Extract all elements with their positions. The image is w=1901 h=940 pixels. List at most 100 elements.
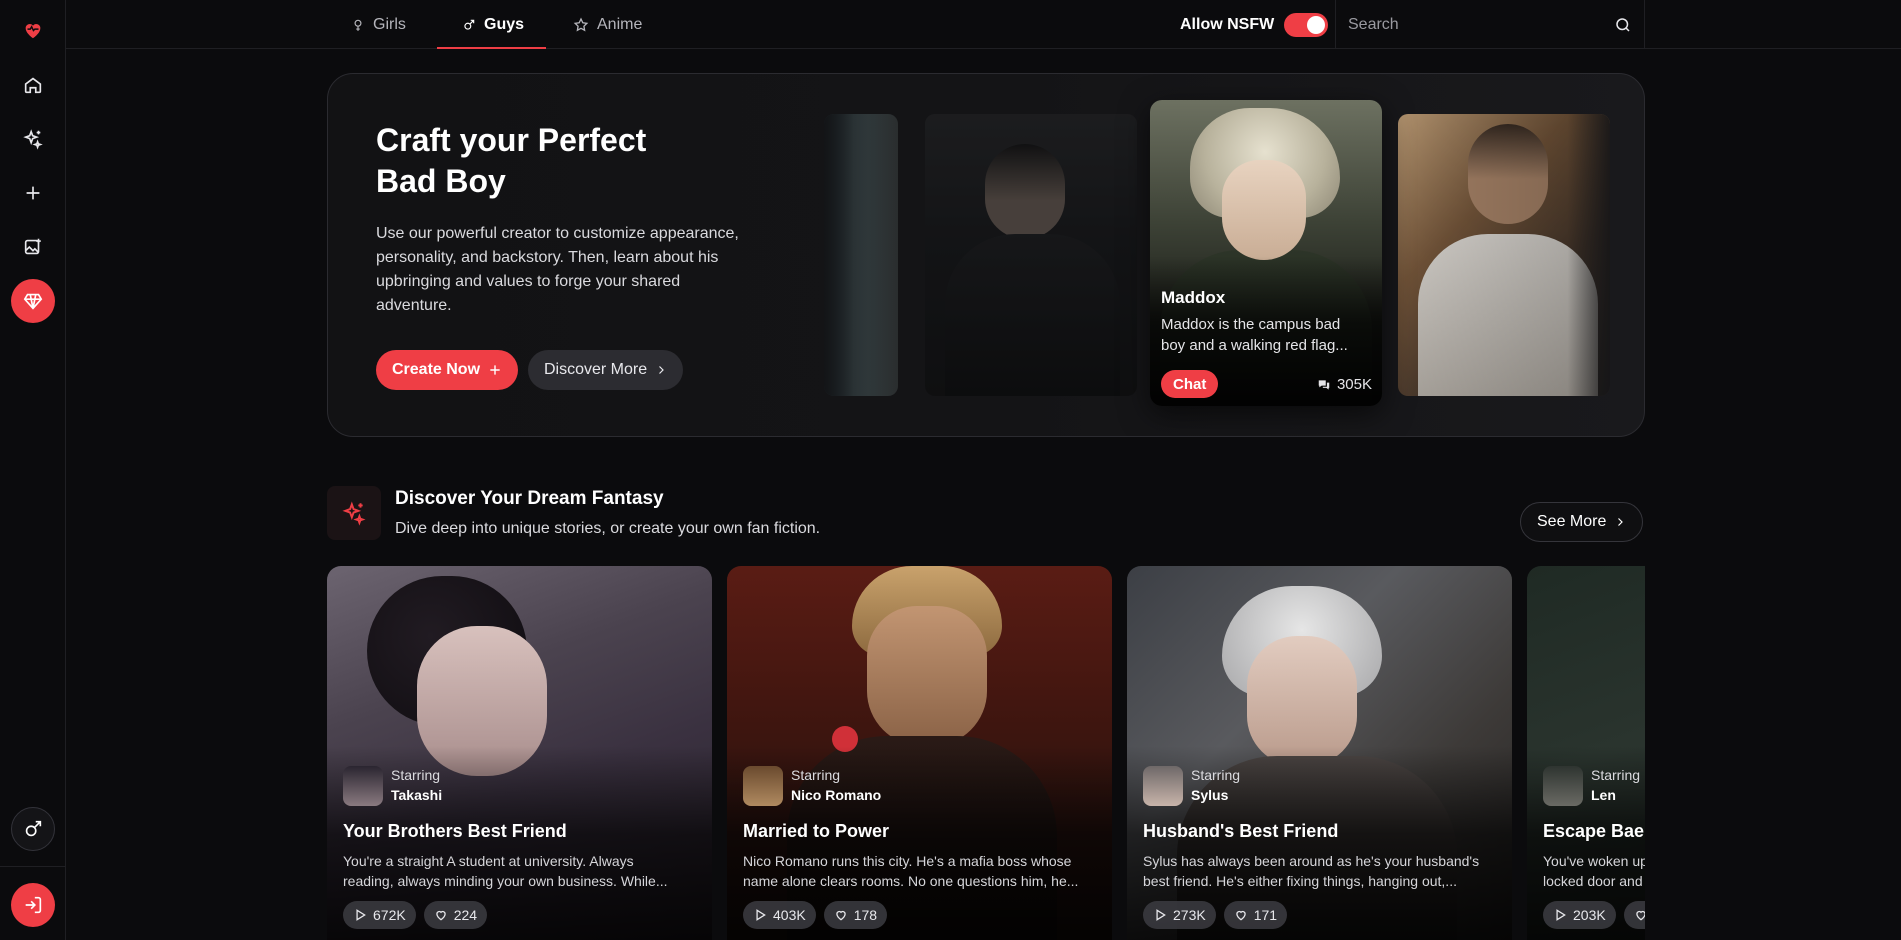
discover-more-label: Discover More xyxy=(544,361,648,378)
heart-icon xyxy=(835,910,846,921)
chevron-right-icon xyxy=(1618,518,1624,526)
gender-male-icon[interactable] xyxy=(11,807,55,851)
story-card[interactable]: Starring Len Escape Bae You've woken up … xyxy=(1527,566,1645,940)
story-stats: 403K 178 xyxy=(743,901,888,929)
hero-desc-line: personality, and backstory. Then, learn … xyxy=(376,249,719,266)
starring-label: Starring xyxy=(1191,767,1241,783)
sparkles-icon[interactable] xyxy=(11,117,55,161)
story-desc-line: You've woken up xyxy=(1543,853,1645,869)
nsfw-toggle[interactable] xyxy=(1284,12,1329,37)
tab-anime[interactable]: Anime xyxy=(573,0,642,49)
hero-desc-line: upbringing and values to forge your shar… xyxy=(376,273,681,290)
star-name: Takashi xyxy=(391,787,443,803)
story-stats: 273K 171 xyxy=(1143,901,1288,929)
top-nav: Girls Guys Anime Allow NSFW xyxy=(66,0,1901,49)
hero-description: Use our powerful creator to customize ap… xyxy=(376,222,756,318)
image-edit-icon[interactable] xyxy=(11,225,55,269)
story-description: Nico Romano runs this city. He's a mafia… xyxy=(743,851,1098,891)
likes-count[interactable]: 171 xyxy=(1223,901,1288,929)
plays-value: 403K xyxy=(773,907,806,923)
story-title: Escape Bae xyxy=(1543,821,1645,841)
hero-desc-line: Use our powerful creator to customize ap… xyxy=(376,225,739,242)
starring-label: Starring xyxy=(1591,767,1641,783)
story-carousel: Starring Takashi Your Brothers Best Frie… xyxy=(327,566,1645,940)
play-icon xyxy=(756,909,766,921)
logo-heart-icon[interactable] xyxy=(11,8,55,52)
starring-label: Starring xyxy=(791,767,841,783)
likes-value: 224 xyxy=(453,907,478,923)
create-now-button[interactable]: Create Now xyxy=(376,350,519,390)
premium-diamond-icon[interactable] xyxy=(11,279,55,323)
starring-label: Starring xyxy=(391,767,441,783)
play-icon xyxy=(1556,909,1566,921)
carousel-character-card[interactable] xyxy=(1398,114,1610,396)
featured-character-card[interactable]: Maddox Maddox is the campus bad boy and … xyxy=(1150,100,1382,406)
plays-value: 273K xyxy=(1173,907,1206,923)
story-desc-line: reading, always minding your own busines… xyxy=(343,873,668,889)
sidebar xyxy=(0,0,66,940)
nsfw-label: Allow NSFW xyxy=(1180,15,1275,33)
search-box xyxy=(1335,0,1645,49)
likes-value: 178 xyxy=(853,907,878,923)
create-now-label: Create Now xyxy=(392,361,481,378)
story-card[interactable]: Starring Nico Romano Married to Power Ni… xyxy=(727,566,1112,940)
plus-icon[interactable] xyxy=(11,171,55,215)
story-desc-line: You're a straight A student at universit… xyxy=(343,853,634,869)
featured-description: Maddox is the campus bad boy and a walki… xyxy=(1161,314,1371,356)
carousel-character-card[interactable] xyxy=(925,114,1137,396)
heart-icon xyxy=(1235,910,1246,921)
home-icon[interactable] xyxy=(11,63,55,107)
tab-girls-label: Girls xyxy=(373,15,406,33)
featured-desc-line: boy and a walking red flag... xyxy=(1161,337,1348,354)
chat-count: 305K xyxy=(1317,376,1372,393)
play-icon xyxy=(356,909,366,921)
discover-more-button[interactable]: Discover More xyxy=(528,350,684,390)
sparkles-icon xyxy=(342,501,366,526)
story-description: You've woken up locked door and xyxy=(1543,851,1645,891)
active-tab-indicator xyxy=(437,47,546,49)
login-icon[interactable] xyxy=(11,883,55,927)
male-icon xyxy=(464,19,475,30)
avatar xyxy=(343,766,383,806)
plays-count: 403K xyxy=(743,901,816,929)
star-name: Len xyxy=(1591,787,1616,803)
section-subtitle: Dive deep into unique stories, or create… xyxy=(395,520,821,537)
tab-anime-label: Anime xyxy=(597,15,643,33)
heart-icon xyxy=(435,910,446,921)
tab-guys[interactable]: Guys xyxy=(462,0,524,49)
chat-bubbles-icon xyxy=(1318,379,1330,390)
plays-count: 203K xyxy=(1543,901,1616,929)
story-title: Married to Power xyxy=(743,821,890,841)
star-name: Sylus xyxy=(1191,787,1229,803)
tab-girls[interactable]: Girls xyxy=(351,0,406,49)
tab-guys-label: Guys xyxy=(484,15,525,33)
hero-desc-line: adventure. xyxy=(376,297,452,314)
search-icon[interactable] xyxy=(1614,16,1632,34)
hero-title-line1: Craft your Perfect xyxy=(376,122,647,158)
story-desc-line: Sylus has always been around as he's you… xyxy=(1143,853,1480,869)
chat-button[interactable]: Chat xyxy=(1161,370,1219,398)
story-title: Your Brothers Best Friend xyxy=(343,821,567,841)
carousel-character-card[interactable] xyxy=(824,114,898,396)
story-card[interactable]: Starring Sylus Husband's Best Friend Syl… xyxy=(1127,566,1512,940)
story-stats: 672K 224 xyxy=(343,901,488,929)
star-icon xyxy=(573,16,589,31)
avatar xyxy=(1543,766,1583,806)
hero-title-line2: Bad Boy xyxy=(376,163,506,199)
section-title: Discover Your Dream Fantasy xyxy=(395,488,664,509)
likes-count[interactable]: 178 xyxy=(823,901,888,929)
see-more-button[interactable]: See More xyxy=(1520,502,1644,542)
female-icon xyxy=(354,19,362,31)
story-stats: 203K xyxy=(1543,901,1645,929)
nsfw-setting: Allow NSFW xyxy=(1180,0,1329,49)
likes-count[interactable]: 224 xyxy=(423,901,488,929)
story-card[interactable]: Starring Takashi Your Brothers Best Frie… xyxy=(327,566,712,940)
search-input[interactable] xyxy=(1348,15,1588,34)
likes-count[interactable] xyxy=(1623,901,1645,929)
plays-value: 203K xyxy=(1573,907,1606,923)
story-description: You're a straight A student at universit… xyxy=(343,851,698,891)
chat-count-value: 305K xyxy=(1336,376,1372,393)
hero-banner: Craft your Perfect Bad Boy Use our power… xyxy=(327,73,1645,437)
avatar xyxy=(743,766,783,806)
story-desc-line: best friend. He's either fixing things, … xyxy=(1143,873,1457,889)
